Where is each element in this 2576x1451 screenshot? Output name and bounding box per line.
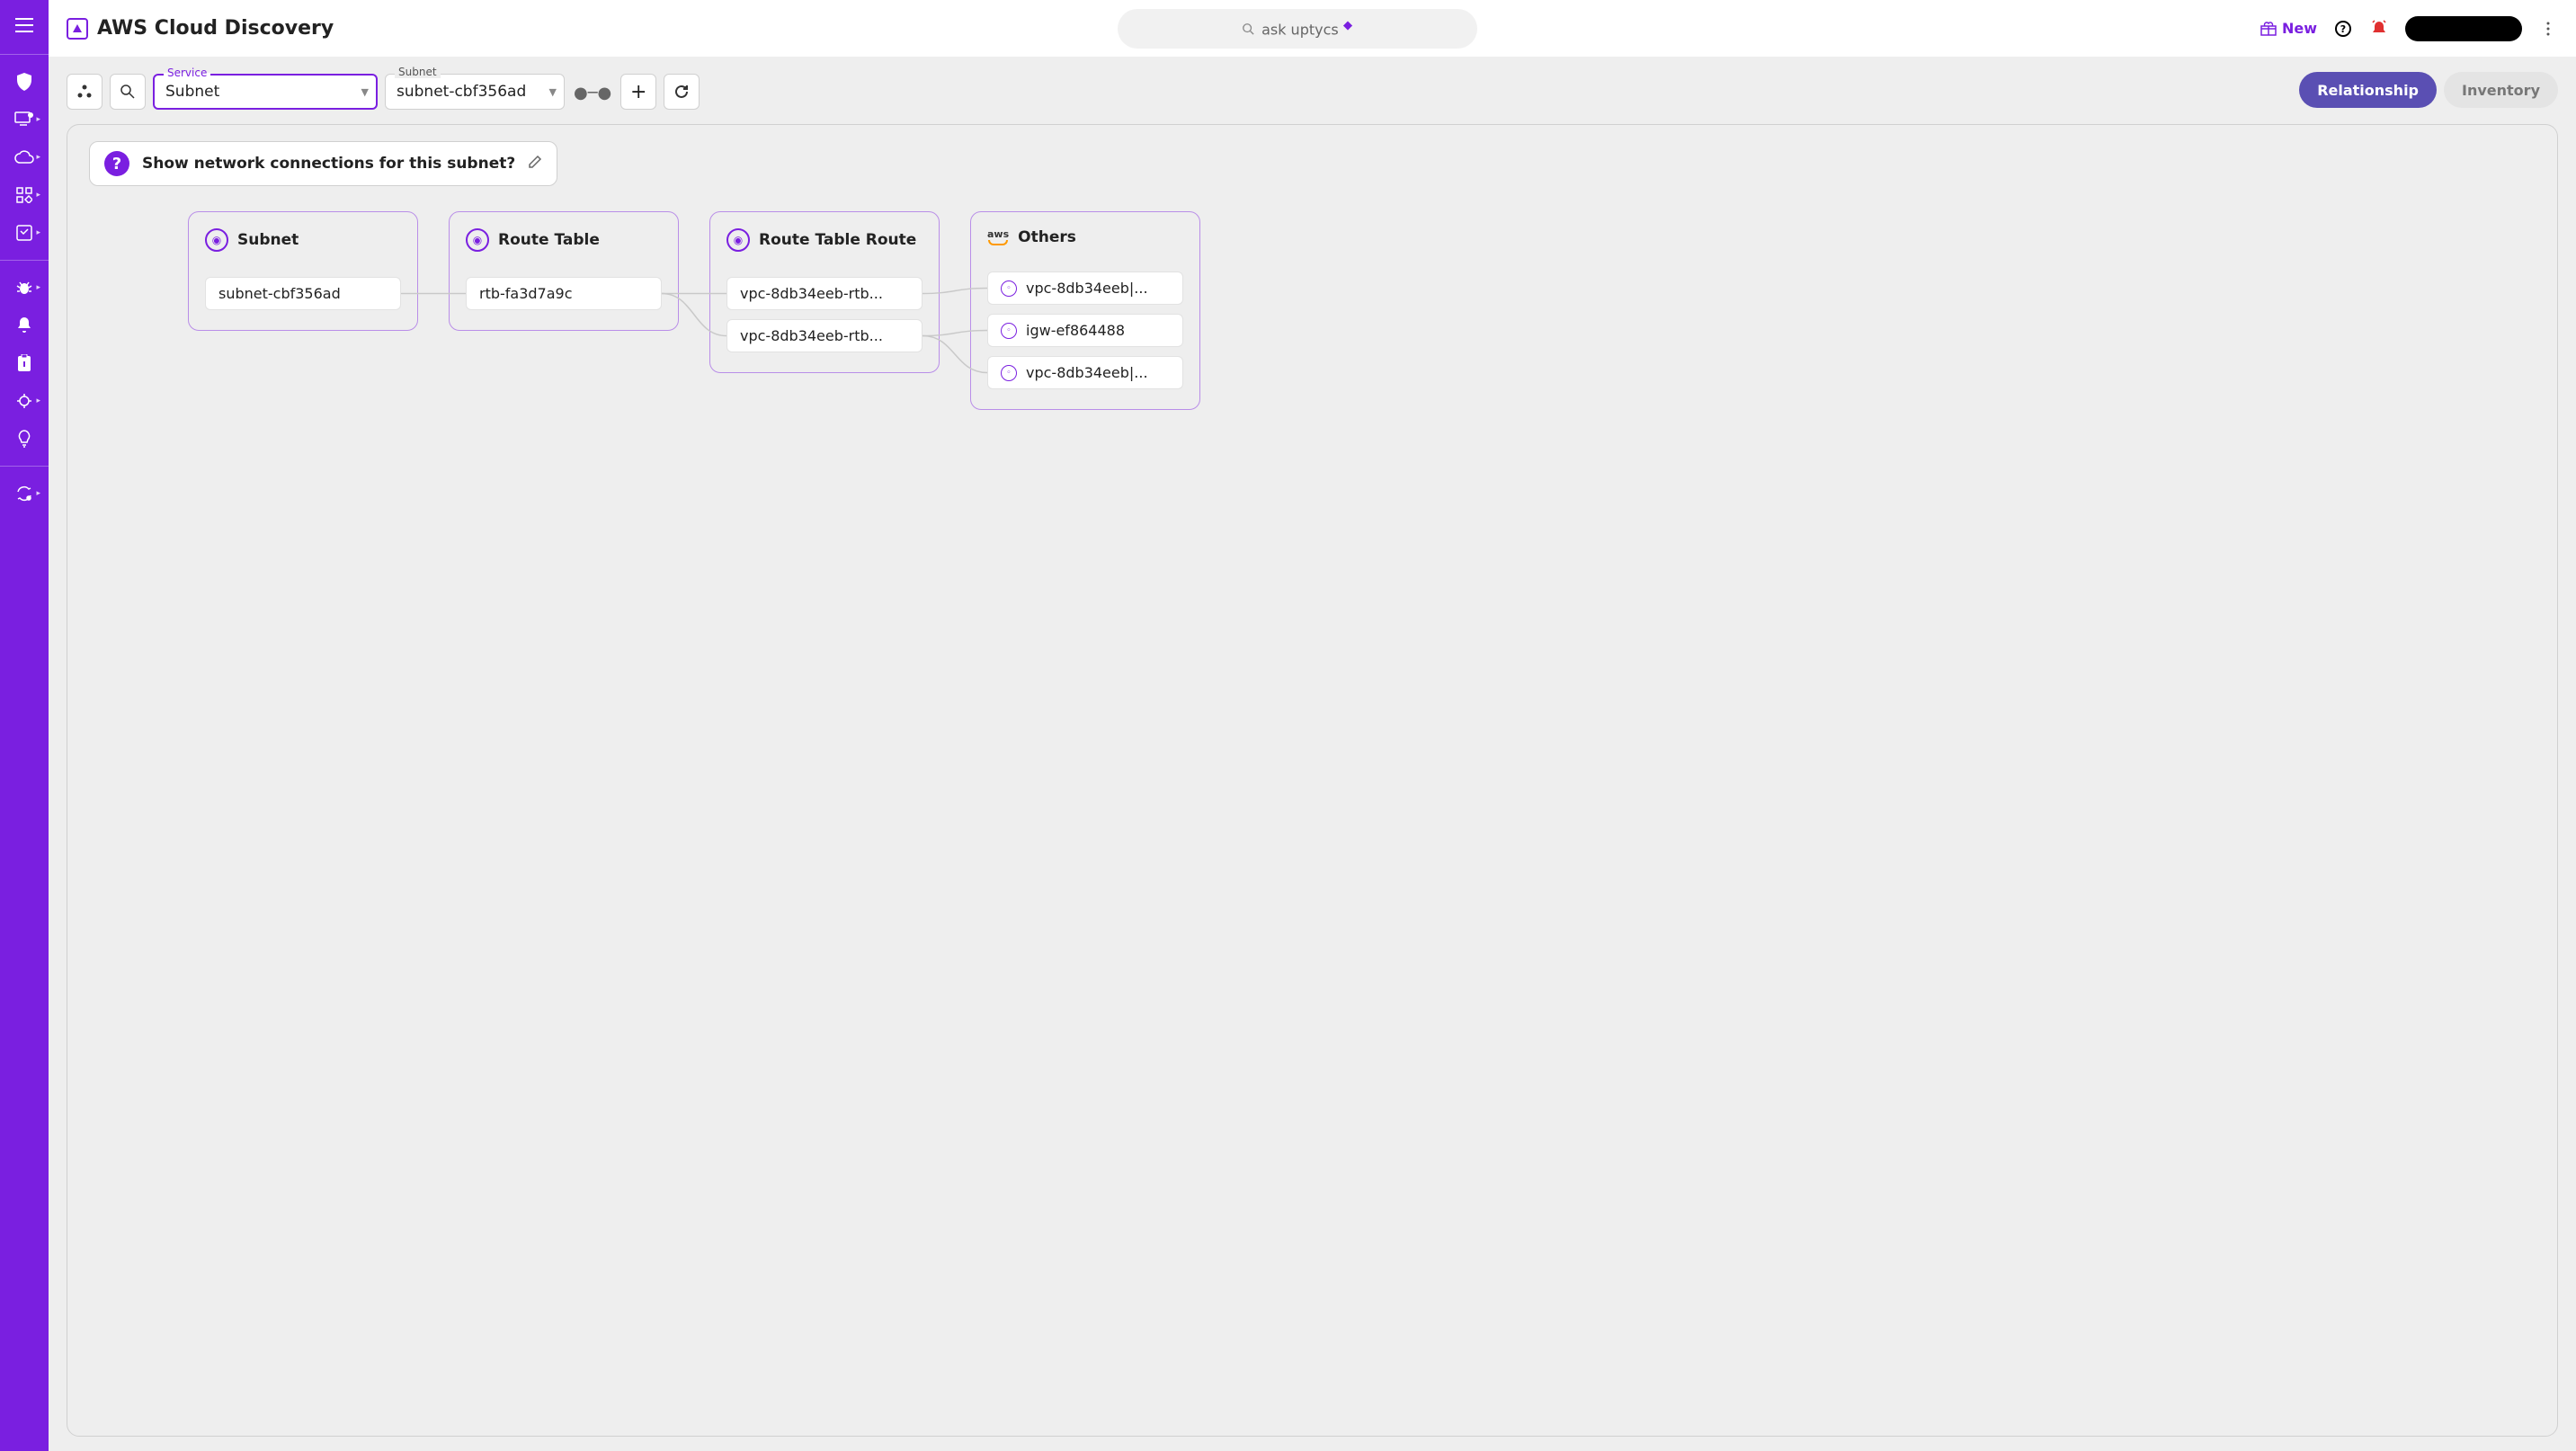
node-label: vpc-8db34eeb-rtb... [740,285,883,302]
refresh-button[interactable] [664,74,700,110]
toolbar: Service Subnet ▼ Subnet subnet-cbf356ad … [67,72,2558,110]
graph-column: awsOthers◦vpc-8db34eeb|...◦igw-ef864488◦… [970,211,1200,410]
sidebar: ▸ ▸ ▸ ▸ ▸ ▸ [0,0,49,1451]
sidebar-item-endpoint[interactable]: ▸ [6,103,42,136]
graph-node[interactable]: vpc-8db34eeb-rtb... [726,277,923,310]
brand-icon [67,18,88,40]
add-button[interactable]: + [620,74,656,110]
kebab-menu-icon[interactable] [2538,19,2558,39]
sidebar-item-scan[interactable]: ▸ [6,217,42,249]
notifications-icon[interactable] [2369,19,2389,39]
node-type-icon: ◦ [1001,365,1017,381]
sidebar-item-bulb[interactable] [6,423,42,455]
graph-column: ◉ Subnet subnet-cbf356ad [188,211,418,331]
brand: AWS Cloud Discovery [67,17,334,40]
sidebar-item-apps[interactable]: ▸ [6,179,42,211]
tab-relationship[interactable]: Relationship [2299,72,2437,108]
sidebar-item-target[interactable]: ▸ [6,385,42,417]
column-title: Subnet [237,231,299,249]
edit-icon[interactable] [528,155,542,173]
graph-node[interactable]: subnet-cbf356ad [205,277,401,310]
graph-node[interactable]: vpc-8db34eeb-rtb... [726,319,923,352]
search-placeholder: ask uptycs ◆ [1261,19,1352,38]
subnet-select[interactable]: Subnet subnet-cbf356ad ▼ [385,74,565,110]
resource-type-icon: ◉ [726,228,750,252]
node-label: igw-ef864488 [1026,322,1125,339]
sidebar-item-shield[interactable] [6,66,42,98]
chevron-down-icon: ▼ [549,86,557,98]
chevron-down-icon: ▼ [361,86,369,98]
resource-type-icon: ◉ [466,228,489,252]
graph-row: ◉ Subnet subnet-cbf356ad ◉ Route Table rtb-fa… [89,211,2536,410]
graph-view-button[interactable] [67,74,103,110]
user-avatar[interactable] [2405,16,2522,41]
graph-column: ◉ Route Table rtb-fa3d7a9c [449,211,679,331]
service-label: Service [164,67,210,79]
sidebar-item-cloud[interactable]: ▸ [6,141,42,174]
graph-node[interactable]: ◦ vpc-8db34eeb|... [987,272,1183,305]
subnet-label: Subnet [395,66,441,78]
sidebar-item-clipboard[interactable] [6,347,42,379]
graph-column: ◉ Route Table Route vpc-8db34eeb-rtb... vpc… [709,211,940,373]
subnet-value: subnet-cbf356ad [397,83,526,101]
node-label: vpc-8db34eeb|... [1026,280,1148,297]
header: AWS Cloud Discovery ask uptycs ◆ New ? [49,0,2576,58]
new-button[interactable]: New [2260,20,2317,37]
hamburger-menu-icon[interactable] [6,7,42,43]
node-type-icon: ◦ [1001,323,1017,339]
graph-node[interactable]: ◦ vpc-8db34eeb|... [987,356,1183,389]
gift-icon [2260,22,2277,36]
prompt-card: ? Show network connections for this subn… [89,141,557,186]
svg-text:?: ? [2340,23,2346,35]
link-icon: ●─● [572,84,613,110]
column-title: Route Table Route [759,231,916,249]
prompt-text: Show network connections for this subnet… [142,155,515,173]
content: Service Subnet ▼ Subnet subnet-cbf356ad … [49,58,2576,1451]
node-label: vpc-8db34eeb|... [1026,364,1148,381]
graph-canvas: ? Show network connections for this subn… [67,124,2558,1437]
sidebar-item-bell[interactable] [6,309,42,342]
search-icon [1242,22,1254,35]
node-type-icon: ◦ [1001,280,1017,297]
view-toggle: Relationship Inventory [2299,72,2558,108]
node-label: rtb-fa3d7a9c [479,285,573,302]
sidebar-item-bug[interactable]: ▸ [6,272,42,304]
service-select[interactable]: Service Subnet ▼ [153,74,378,110]
aws-icon: aws [987,229,1009,245]
question-icon: ? [104,151,129,176]
service-value: Subnet [165,83,219,101]
page-title: AWS Cloud Discovery [97,17,334,40]
column-title: Route Table [498,231,600,249]
graph-node[interactable]: rtb-fa3d7a9c [466,277,662,310]
graph-node[interactable]: ◦ igw-ef864488 [987,314,1183,347]
column-title: Others [1018,228,1076,246]
resource-type-icon: ◉ [205,228,228,252]
zoom-button[interactable] [110,74,146,110]
help-icon[interactable]: ? [2333,19,2353,39]
sidebar-item-sync-settings[interactable]: ▸ [6,477,42,510]
node-label: vpc-8db34eeb-rtb... [740,327,883,344]
node-label: subnet-cbf356ad [218,285,341,302]
tab-inventory[interactable]: Inventory [2444,72,2558,108]
global-search[interactable]: ask uptycs ◆ [1118,9,1477,49]
